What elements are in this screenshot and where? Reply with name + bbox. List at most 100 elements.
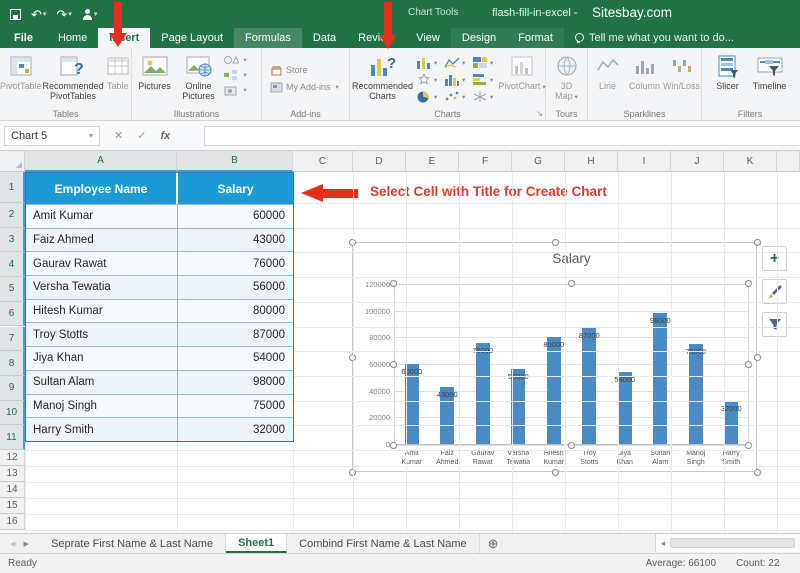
salary-cell[interactable]: 87000: [178, 323, 293, 346]
tab-home[interactable]: Home: [47, 28, 98, 48]
column-header-D[interactable]: D: [353, 151, 406, 172]
sheet-tab-combined[interactable]: Combind First Name & Last Name: [287, 534, 480, 553]
row-header-2[interactable]: 2: [0, 203, 25, 228]
save-button[interactable]: [10, 9, 21, 20]
column-header-I[interactable]: I: [618, 151, 671, 172]
waterfall-chart-icon[interactable]: [416, 71, 442, 88]
tab-design[interactable]: Design: [451, 28, 507, 48]
horizontal-scrollbar-thumb[interactable]: [670, 538, 795, 548]
line-chart-icon[interactable]: [444, 54, 470, 71]
row-header-6[interactable]: 6: [0, 302, 25, 327]
plot-selection-handle[interactable]: [745, 442, 752, 449]
sheet-nav-left-icon[interactable]: ◂: [10, 537, 16, 550]
chart-selection-handle[interactable]: [552, 239, 559, 246]
chart-bar[interactable]: [476, 343, 490, 444]
salary-cell[interactable]: 56000: [178, 276, 293, 299]
employee-name-cell[interactable]: Manoj Singh: [26, 395, 178, 418]
plot-selection-handle[interactable]: [568, 280, 575, 287]
sheet-tab-separate[interactable]: Seprate First Name & Last Name: [39, 534, 226, 553]
sheet-nav-right-icon[interactable]: ▸: [24, 537, 30, 550]
store-button[interactable]: Store: [270, 65, 308, 76]
bar-chart-icon[interactable]: [472, 71, 498, 88]
smartart-button[interactable]: [223, 69, 259, 81]
row-header-13[interactable]: 13: [0, 466, 25, 482]
column-header-A[interactable]: A: [25, 151, 177, 172]
plot-selection-handle[interactable]: [745, 361, 752, 368]
column-header-K[interactable]: K: [724, 151, 777, 172]
tab-data[interactable]: Data: [302, 28, 347, 48]
worksheet-grid[interactable]: ◢ Select Cell with Title for Create Char…: [0, 151, 800, 533]
employee-name-cell[interactable]: Jiya Khan: [26, 347, 178, 370]
salary-cell[interactable]: 43000: [178, 229, 293, 252]
salary-cell[interactable]: 60000: [178, 205, 293, 228]
scroll-left-icon[interactable]: ◂: [656, 538, 670, 549]
row-header-14[interactable]: 14: [0, 482, 25, 498]
undo-dropdown-icon[interactable]: ▾: [43, 11, 47, 18]
my-addins-button[interactable]: My Add-ins: [270, 82, 339, 93]
scatter-chart-icon[interactable]: [444, 88, 470, 105]
salary-cell[interactable]: 76000: [178, 252, 293, 275]
chart-bar[interactable]: [582, 328, 596, 444]
table-button[interactable]: Table: [105, 51, 131, 91]
pivottable-button[interactable]: PivotTable: [0, 51, 42, 91]
pictures-button[interactable]: Pictures: [135, 51, 175, 91]
tab-page-layout[interactable]: Page Layout: [150, 28, 234, 48]
plot-selection-handle[interactable]: [390, 442, 397, 449]
row-header-10[interactable]: 10: [0, 401, 25, 426]
employee-name-cell[interactable]: Versha Tewatia: [26, 276, 178, 299]
table-row[interactable]: Manoj Singh75000: [26, 394, 293, 418]
column-header-E[interactable]: E: [406, 151, 459, 172]
table-row[interactable]: Faiz Ahmed43000: [26, 228, 293, 252]
employee-name-cell[interactable]: Hitesh Kumar: [26, 300, 178, 323]
redo-dropdown-icon[interactable]: ▾: [68, 11, 72, 18]
horizontal-scrollbar[interactable]: ◂: [655, 534, 800, 552]
employee-name-cell[interactable]: Amit Kumar: [26, 205, 178, 228]
table-row[interactable]: Harry Smith32000: [26, 417, 293, 441]
column-chart-icon[interactable]: [416, 54, 442, 71]
column-header-G[interactable]: G: [512, 151, 565, 172]
new-sheet-button[interactable]: ⊕: [480, 534, 507, 553]
chart-elements-button[interactable]: +: [762, 246, 787, 271]
sheet-tab-sheet1[interactable]: Sheet1: [226, 534, 287, 553]
salary-cell[interactable]: 75000: [178, 395, 293, 418]
shapes-button[interactable]: [223, 54, 259, 66]
table-row[interactable]: Amit Kumar60000: [26, 204, 293, 228]
employee-name-cell[interactable]: Faiz Ahmed: [26, 229, 178, 252]
table-row[interactable]: Versha Tewatia56000: [26, 275, 293, 299]
salary-cell[interactable]: 54000: [178, 347, 293, 370]
salary-cell[interactable]: 32000: [178, 418, 293, 441]
row-header-3[interactable]: 3: [0, 228, 25, 253]
column-header-F[interactable]: F: [459, 151, 512, 172]
screenshot-button[interactable]: [223, 84, 259, 96]
plot-selection-handle[interactable]: [745, 280, 752, 287]
3d-map-button[interactable]: 3D Map: [549, 51, 585, 103]
row-header-7[interactable]: 7: [0, 327, 25, 352]
qat-customize-icon[interactable]: ▾: [94, 11, 98, 18]
pie-chart-icon[interactable]: [416, 88, 442, 105]
table-header-salary[interactable]: Salary: [178, 173, 293, 204]
chart-selection-handle[interactable]: [754, 354, 761, 361]
formula-input[interactable]: [204, 126, 800, 146]
chart-selection-handle[interactable]: [754, 239, 761, 246]
hierarchy-chart-icon[interactable]: [472, 54, 498, 71]
sparkline-line-button[interactable]: Line: [592, 51, 624, 91]
tab-file[interactable]: File: [0, 28, 47, 48]
data-table[interactable]: Employee NameSalaryAmit Kumar60000Faiz A…: [25, 172, 294, 442]
employee-name-cell[interactable]: Troy Stotts: [26, 323, 178, 346]
name-box[interactable]: Chart 5 ▾: [4, 126, 100, 146]
recommended-pivottables-button[interactable]: ? Recommended PivotTables: [43, 51, 104, 101]
employee-name-cell[interactable]: Sultan Alam: [26, 371, 178, 394]
table-row[interactable]: Sultan Alam98000: [26, 370, 293, 394]
pivotchart-button[interactable]: PivotChart: [499, 51, 545, 93]
plot-selection-handle[interactable]: [568, 442, 575, 449]
timeline-button[interactable]: Timeline: [748, 51, 792, 91]
sparkline-winloss-button[interactable]: Win/Loss: [666, 51, 698, 91]
table-row[interactable]: Jiya Khan54000: [26, 346, 293, 370]
select-all-button[interactable]: ◢: [0, 151, 25, 172]
salary-cell[interactable]: 98000: [178, 371, 293, 394]
table-row[interactable]: Gaurav Rawat76000: [26, 251, 293, 275]
undo-button[interactable]: ↶▾: [31, 8, 46, 21]
chart-selection-handle[interactable]: [552, 469, 559, 476]
row-header-11[interactable]: 11: [0, 425, 25, 450]
recommended-charts-button[interactable]: ? Recommended Charts: [350, 51, 415, 101]
